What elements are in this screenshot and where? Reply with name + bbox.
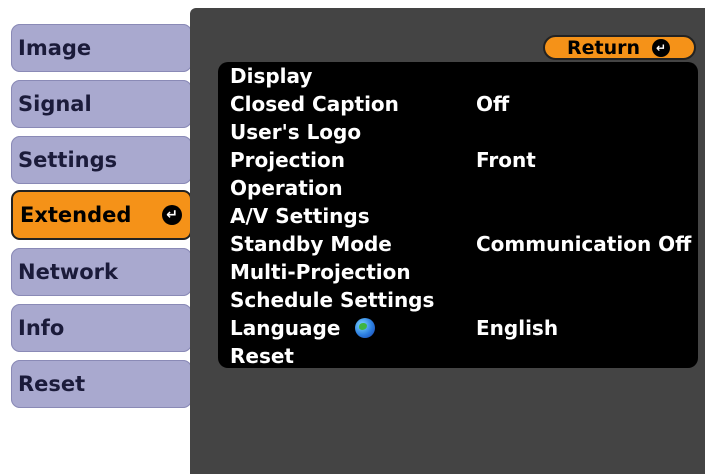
tab-label: Reset — [18, 372, 86, 396]
tab-label: Extended — [20, 203, 132, 227]
tab-reset[interactable]: Reset — [11, 360, 192, 408]
tab-network[interactable]: Network — [11, 248, 192, 296]
menu-item-projection[interactable]: Projection Front — [230, 146, 690, 174]
tab-settings[interactable]: Settings — [11, 136, 192, 184]
menu-item-label: Display — [230, 64, 313, 88]
menu-item-value: Front — [476, 148, 536, 172]
menu-item-label: Language — [230, 316, 341, 340]
tab-label: Settings — [18, 148, 118, 172]
globe-icon — [355, 318, 376, 338]
menu-item-users-logo[interactable]: User's Logo — [230, 118, 690, 146]
tab-label: Network — [18, 260, 119, 284]
menu-item-value: Communication Off — [476, 232, 692, 256]
menu-item-av-settings[interactable]: A/V Settings — [230, 202, 690, 230]
menu-item-label: Standby Mode — [230, 232, 392, 256]
tab-label: Image — [18, 36, 92, 60]
extended-menu: Display Closed Caption Off User's Logo P… — [218, 62, 698, 368]
menu-item-value: Off — [476, 92, 510, 116]
menu-item-operation[interactable]: Operation — [230, 174, 690, 202]
return-button[interactable]: Return ↵ — [543, 35, 696, 60]
menu-item-multi-projection[interactable]: Multi-Projection — [230, 258, 690, 286]
menu-item-label: User's Logo — [230, 120, 362, 144]
menu-item-value: English — [476, 316, 559, 340]
menu-item-closed-caption[interactable]: Closed Caption Off — [230, 90, 690, 118]
menu-item-label: Multi-Projection — [230, 260, 411, 284]
menu-item-standby-mode[interactable]: Standby Mode Communication Off — [230, 230, 692, 258]
tab-extended[interactable]: Extended ↵ — [11, 190, 192, 240]
menu-item-label: A/V Settings — [230, 204, 370, 228]
menu-item-language[interactable]: Language English — [230, 314, 690, 342]
enter-icon: ↵ — [652, 38, 671, 57]
menu-item-label: Reset — [230, 344, 294, 368]
tab-image[interactable]: Image — [11, 24, 192, 72]
tab-info[interactable]: Info — [11, 304, 192, 352]
menu-item-label: Operation — [230, 176, 343, 200]
menu-item-label: Closed Caption — [230, 92, 399, 116]
menu-item-label: Projection — [230, 148, 345, 172]
menu-item-schedule-settings[interactable]: Schedule Settings — [230, 286, 690, 314]
menu-item-display[interactable]: Display — [230, 62, 690, 90]
enter-icon: ↵ — [162, 205, 182, 225]
menu-item-reset[interactable]: Reset — [230, 342, 690, 370]
tab-label: Signal — [18, 92, 92, 116]
tab-label: Info — [18, 316, 65, 340]
return-label: Return — [567, 36, 641, 59]
menu-item-label: Schedule Settings — [230, 288, 435, 312]
tab-signal[interactable]: Signal — [11, 80, 192, 128]
